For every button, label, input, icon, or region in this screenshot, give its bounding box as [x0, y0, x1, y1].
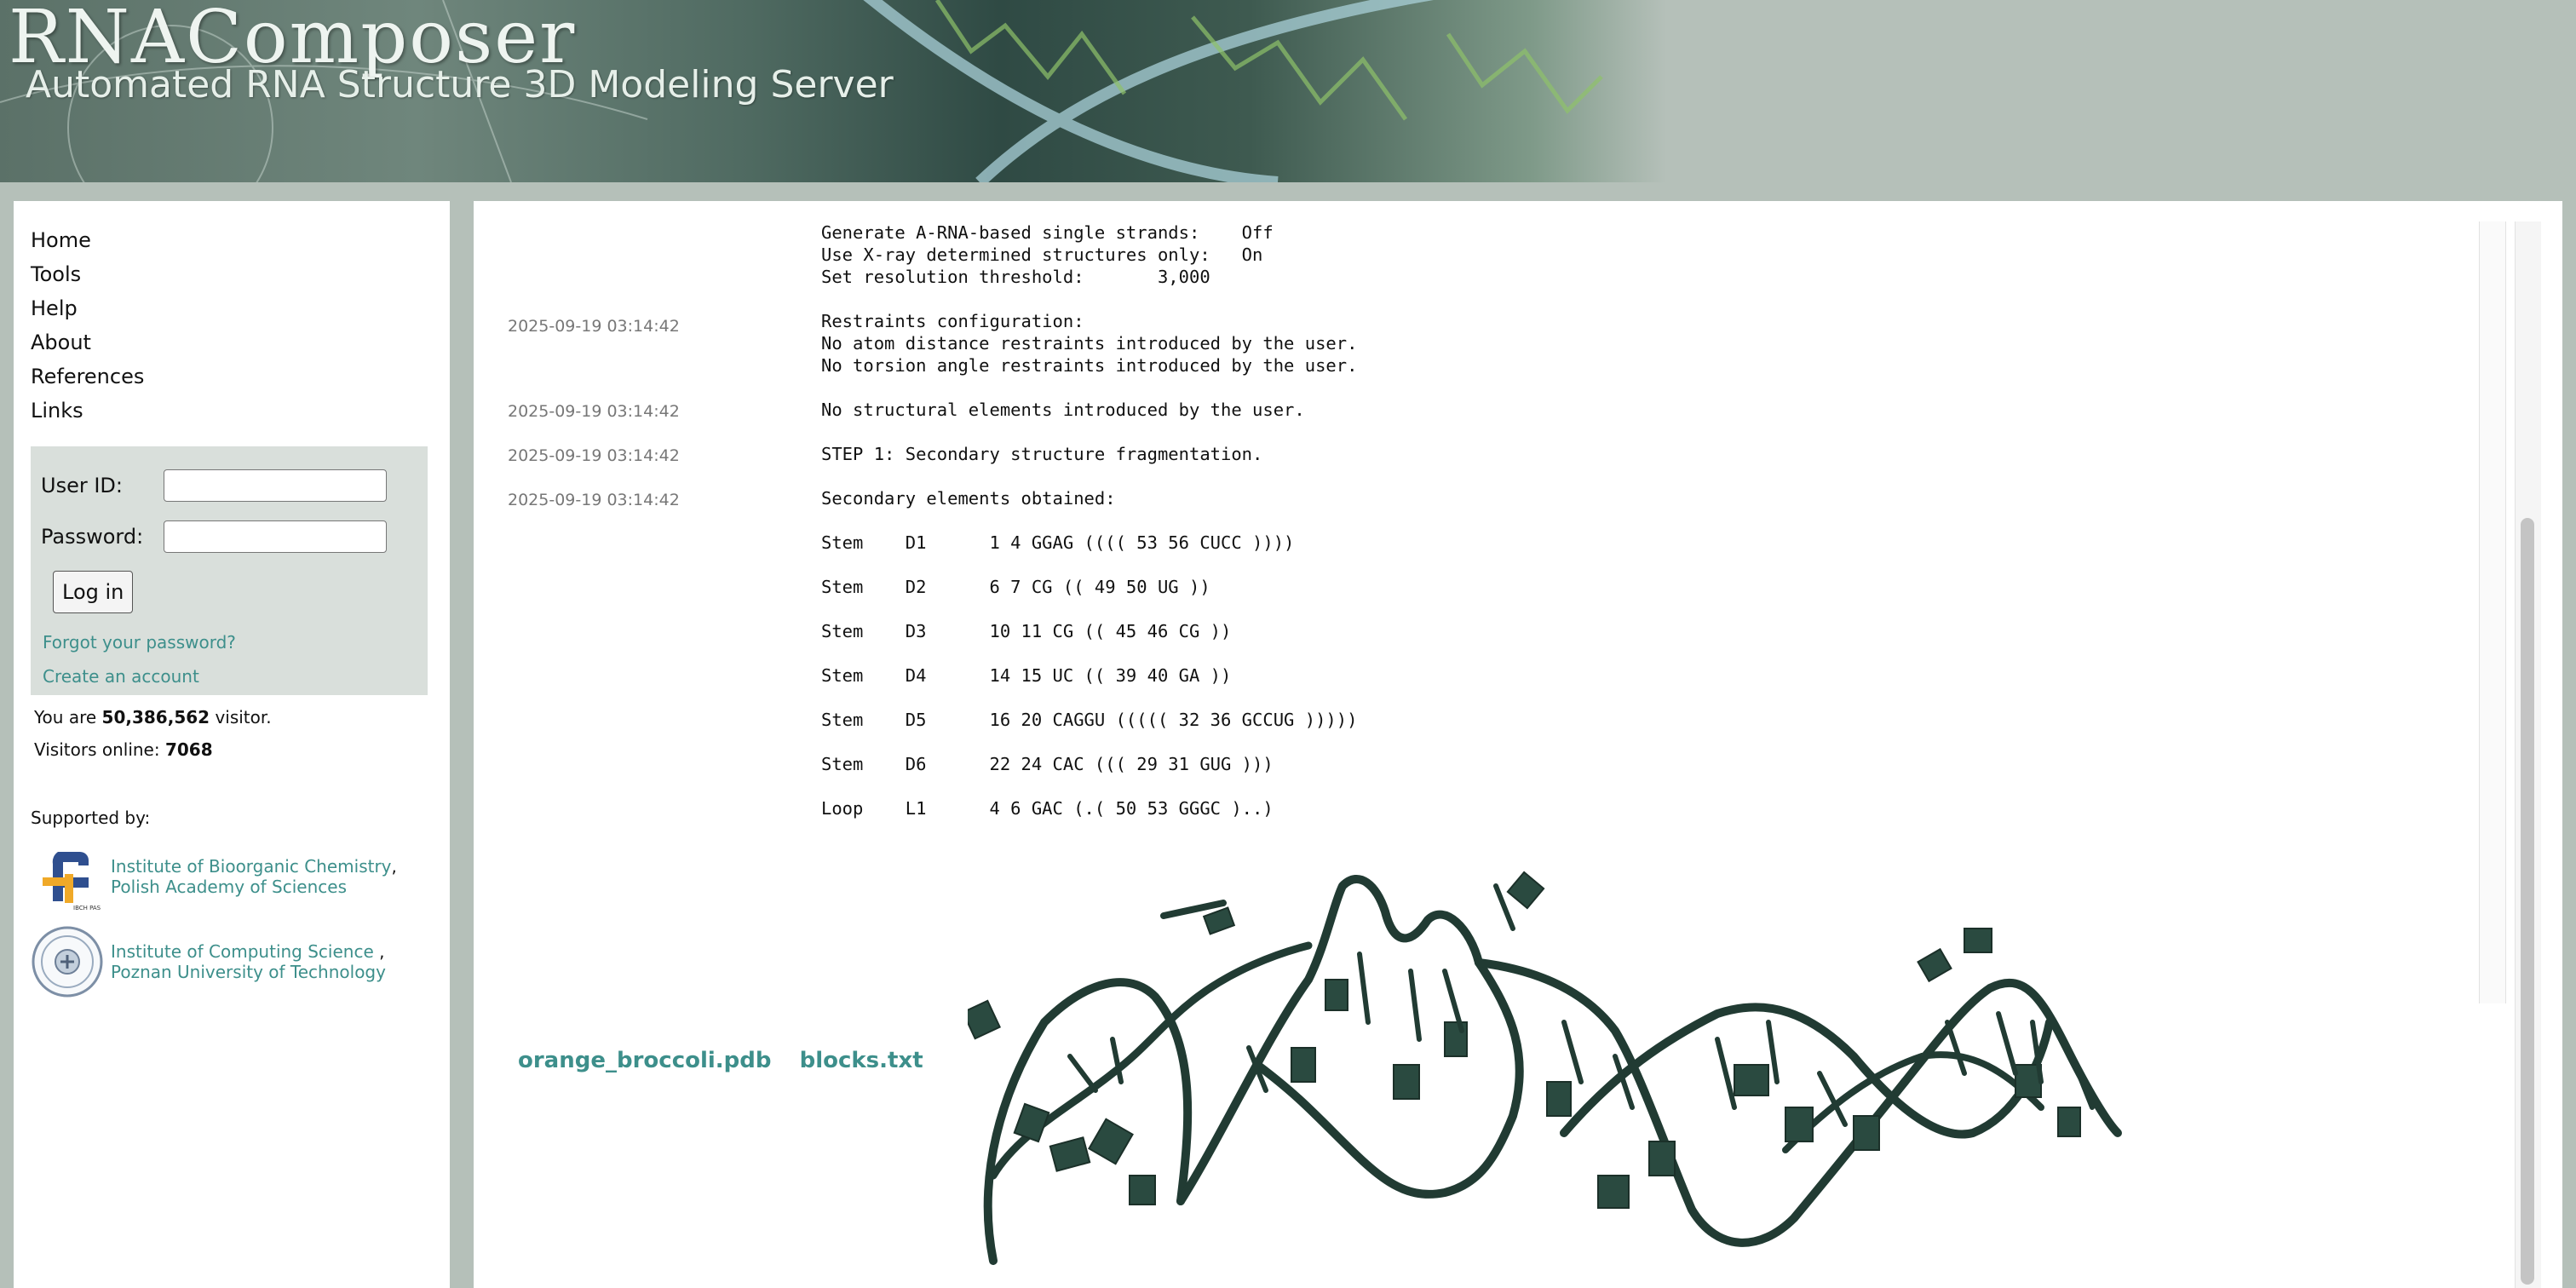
sponsor-ibch: IBCH PAS Institute of Bioorganic Chemist… [31, 840, 433, 913]
sponsor-ibch-sep: , [391, 856, 397, 877]
sidebar: Home Tools Help About References Links U… [14, 201, 450, 1288]
password-label: Password: [41, 525, 144, 549]
password-row: Password: [41, 511, 417, 562]
pdb-download-link[interactable]: orange_broccoli.pdb [518, 1048, 772, 1073]
supported-by-label: Supported by: [31, 808, 151, 828]
nav-item-tools[interactable]: Tools [31, 257, 433, 291]
sponsor-ics-link[interactable]: Institute of Computing Science [111, 941, 379, 962]
user-id-input[interactable] [164, 469, 387, 502]
rna-banner-image: RNAComposer Automated RNA Structure 3D M… [0, 0, 1666, 182]
user-id-label: User ID: [41, 474, 123, 497]
log-timestamp: 2025-09-19 03:14:42 [508, 491, 680, 509]
nav-item-references[interactable]: References [31, 359, 433, 394]
sponsor-pas-link[interactable]: Polish Academy of Sciences [111, 877, 347, 897]
rna-3d-structure-view[interactable] [968, 852, 2331, 1278]
forgot-password-link[interactable]: Forgot your password? [41, 632, 417, 653]
log-timestamp: 2025-09-19 03:14:42 [508, 446, 680, 465]
visitors-online: Visitors online: 7068 [34, 739, 433, 760]
blocks-download-link[interactable]: blocks.txt [800, 1048, 923, 1073]
sponsor-put: Institute of Computing Science , Poznan … [31, 925, 433, 998]
log-scrollbar[interactable] [2479, 221, 2506, 1003]
sponsor-put-sep: , [379, 941, 385, 962]
download-links: orange_broccoli.pdb blocks.txt [518, 1048, 944, 1073]
sponsor-put-link[interactable]: Poznan University of Technology [111, 962, 386, 982]
log-timestamp: 2025-09-19 03:14:42 [508, 317, 680, 336]
header-banner: RNAComposer Automated RNA Structure 3D M… [0, 0, 2576, 182]
sponsor-ibch-text: Institute of Bioorganic Chemistry, Polis… [111, 856, 417, 897]
nav-item-about[interactable]: About [31, 325, 433, 359]
ibch-logo-icon[interactable]: IBCH PAS [31, 840, 104, 913]
visitor-number: 50,386,562 [101, 707, 210, 727]
visitor-suffix: visitor. [215, 707, 272, 727]
online-prefix: Visitors online: [34, 739, 160, 760]
login-panel: User ID: Password: Log in Forgot your pa… [31, 446, 428, 695]
nav-item-home[interactable]: Home [31, 223, 433, 257]
visitor-prefix: You are [34, 707, 97, 727]
create-account-link[interactable]: Create an account [41, 666, 417, 687]
login-button[interactable]: Log in [53, 571, 134, 613]
put-seal-logo-icon[interactable] [31, 925, 104, 998]
visitor-count: You are 50,386,562 visitor. [34, 707, 433, 727]
user-id-row: User ID: [41, 460, 417, 511]
online-number: 7068 [164, 739, 213, 760]
nav-item-help[interactable]: Help [31, 291, 433, 325]
log-timestamp: 2025-09-19 03:14:42 [508, 402, 680, 421]
site-subtitle: Automated RNA Structure 3D Modeling Serv… [26, 63, 894, 106]
log-output-text: Generate A-RNA-based double helices: Off… [821, 222, 1358, 819]
sponsor-put-text: Institute of Computing Science , Poznan … [111, 941, 417, 982]
svg-text:IBCH PAS: IBCH PAS [73, 905, 101, 911]
sponsor-ibch-link[interactable]: Institute of Bioorganic Chemistry [111, 856, 392, 877]
main-nav: Home Tools Help About References Links [31, 223, 433, 428]
password-input[interactable] [164, 520, 387, 553]
nav-item-links[interactable]: Links [31, 394, 433, 428]
main-content: 2025-09-19 03:14:42 2025-09-19 03:14:42 … [474, 201, 2562, 1288]
page-scrollbar-thumb[interactable] [2521, 518, 2534, 1285]
